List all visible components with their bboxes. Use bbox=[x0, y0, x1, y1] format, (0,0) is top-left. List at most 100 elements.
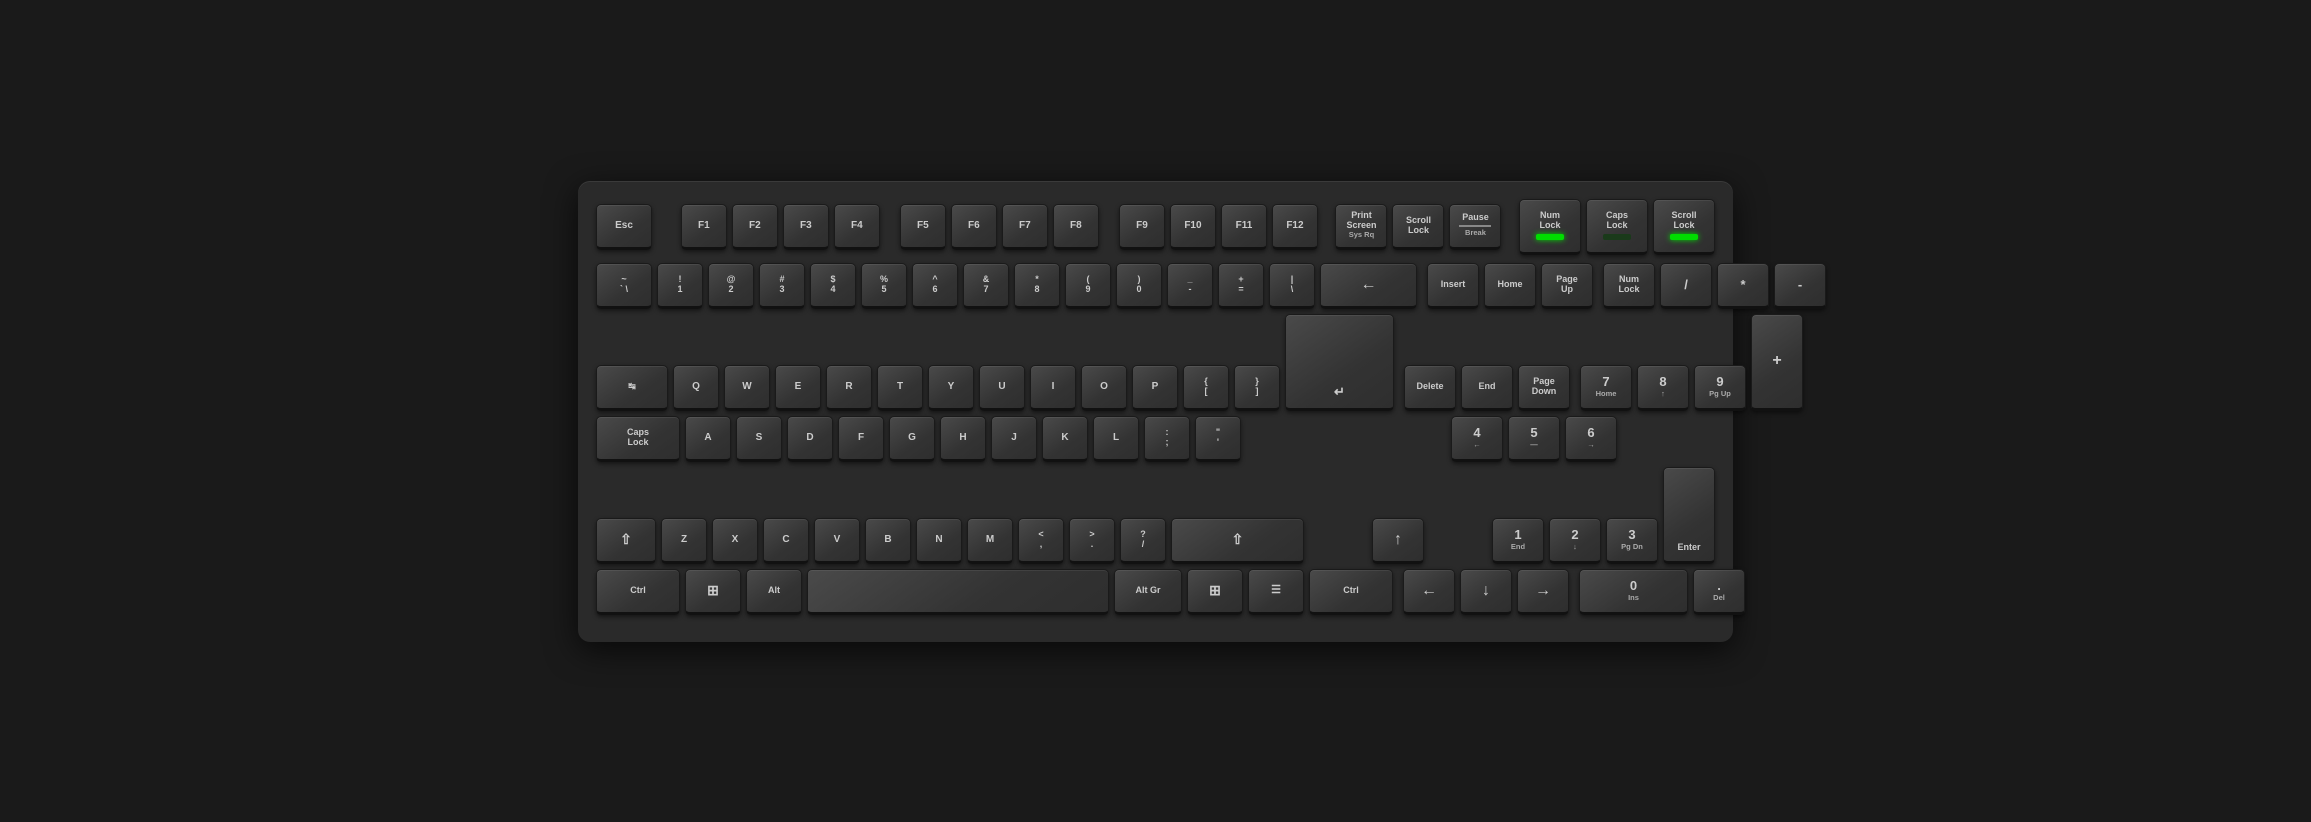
key-n[interactable]: N bbox=[916, 518, 962, 564]
key-numpad-1[interactable]: 1 End bbox=[1492, 518, 1544, 564]
key-numpad-slash[interactable]: / bbox=[1660, 263, 1712, 309]
key-left-shift[interactable]: ⇧ bbox=[596, 518, 656, 564]
key-f11[interactable]: F11 bbox=[1221, 204, 1267, 250]
key-right-win[interactable]: ⊞ bbox=[1187, 569, 1243, 615]
key-f4[interactable]: F4 bbox=[834, 204, 880, 250]
key-3[interactable]: # 3 bbox=[759, 263, 805, 309]
key-6[interactable]: ^ 6 bbox=[912, 263, 958, 309]
key-numpad-2[interactable]: 2 ↓ bbox=[1549, 518, 1601, 564]
key-q[interactable]: Q bbox=[673, 365, 719, 411]
key-numpad-7[interactable]: 7 Home bbox=[1580, 365, 1632, 411]
key-t[interactable]: T bbox=[877, 365, 923, 411]
key-2[interactable]: @ 2 bbox=[708, 263, 754, 309]
key-a[interactable]: A bbox=[685, 416, 731, 462]
key-f1[interactable]: F1 bbox=[681, 204, 727, 250]
key-k[interactable]: K bbox=[1042, 416, 1088, 462]
key-8[interactable]: * 8 bbox=[1014, 263, 1060, 309]
key-l[interactable]: L bbox=[1093, 416, 1139, 462]
key-rbracket[interactable]: } ] bbox=[1234, 365, 1280, 411]
key-caps-lock[interactable]: Caps Lock bbox=[596, 416, 680, 462]
key-1[interactable]: ! 1 bbox=[657, 263, 703, 309]
key-esc[interactable]: Esc bbox=[596, 204, 652, 250]
key-right-shift[interactable]: ⇧ bbox=[1171, 518, 1304, 564]
key-numpad-3[interactable]: 3 Pg Dn bbox=[1606, 518, 1658, 564]
key-numpad-enter[interactable]: Enter bbox=[1663, 467, 1715, 564]
key-4[interactable]: $ 4 bbox=[810, 263, 856, 309]
key-numpad-plus[interactable]: + bbox=[1751, 314, 1803, 411]
key-i[interactable]: I bbox=[1030, 365, 1076, 411]
key-semicolon[interactable]: : ; bbox=[1144, 416, 1190, 462]
key-numpad-decimal[interactable]: . Del bbox=[1693, 569, 1745, 615]
key-lbracket[interactable]: { [ bbox=[1183, 365, 1229, 411]
key-numpad-5[interactable]: 5 — bbox=[1508, 416, 1560, 462]
key-arrow-left[interactable]: ← bbox=[1403, 569, 1455, 615]
key-spacebar[interactable] bbox=[807, 569, 1109, 615]
key-left-alt[interactable]: Alt bbox=[746, 569, 802, 615]
key-left-ctrl[interactable]: Ctrl bbox=[596, 569, 680, 615]
key-arrow-up[interactable]: ↑ bbox=[1372, 518, 1424, 564]
key-f6[interactable]: F6 bbox=[951, 204, 997, 250]
key-m[interactable]: M bbox=[967, 518, 1013, 564]
key-backslash[interactable]: | \ bbox=[1269, 263, 1315, 309]
key-backspace[interactable]: ← bbox=[1320, 263, 1417, 309]
key-period[interactable]: > . bbox=[1069, 518, 1115, 564]
key-s[interactable]: S bbox=[736, 416, 782, 462]
key-menu[interactable]: ☰ bbox=[1248, 569, 1304, 615]
key-f8[interactable]: F8 bbox=[1053, 204, 1099, 250]
key-num-lock[interactable]: Num Lock bbox=[1603, 263, 1655, 309]
key-e[interactable]: E bbox=[775, 365, 821, 411]
key-pause[interactable]: Pause Break bbox=[1449, 204, 1501, 250]
key-b[interactable]: B bbox=[865, 518, 911, 564]
key-caps-lock-indicator[interactable]: Caps Lock bbox=[1586, 199, 1648, 255]
key-f12[interactable]: F12 bbox=[1272, 204, 1318, 250]
key-5[interactable]: % 5 bbox=[861, 263, 907, 309]
key-comma[interactable]: < , bbox=[1018, 518, 1064, 564]
key-arrow-down[interactable]: ↓ bbox=[1460, 569, 1512, 615]
key-tab[interactable]: ↹ bbox=[596, 365, 668, 411]
key-f[interactable]: F bbox=[838, 416, 884, 462]
key-slash[interactable]: ? / bbox=[1120, 518, 1166, 564]
key-page-up[interactable]: Page Up bbox=[1541, 263, 1593, 309]
key-9[interactable]: ( 9 bbox=[1065, 263, 1111, 309]
key-enter[interactable]: ↵ bbox=[1285, 314, 1394, 411]
key-print-screen[interactable]: Print Screen Sys Rq bbox=[1335, 204, 1387, 250]
key-o[interactable]: O bbox=[1081, 365, 1127, 411]
key-7[interactable]: & 7 bbox=[963, 263, 1009, 309]
key-f3[interactable]: F3 bbox=[783, 204, 829, 250]
key-r[interactable]: R bbox=[826, 365, 872, 411]
key-equals[interactable]: + = bbox=[1218, 263, 1264, 309]
key-numpad-9[interactable]: 9 Pg Up bbox=[1694, 365, 1746, 411]
key-d[interactable]: D bbox=[787, 416, 833, 462]
key-f2[interactable]: F2 bbox=[732, 204, 778, 250]
key-numpad-6[interactable]: 6 → bbox=[1565, 416, 1617, 462]
key-end[interactable]: End bbox=[1461, 365, 1513, 411]
key-left-win[interactable]: ⊞ bbox=[685, 569, 741, 615]
key-numpad-minus[interactable]: - bbox=[1774, 263, 1826, 309]
key-0[interactable]: ) 0 bbox=[1116, 263, 1162, 309]
key-f10[interactable]: F10 bbox=[1170, 204, 1216, 250]
key-numpad-0[interactable]: 0 Ins bbox=[1579, 569, 1688, 615]
key-h[interactable]: H bbox=[940, 416, 986, 462]
key-home[interactable]: Home bbox=[1484, 263, 1536, 309]
key-j[interactable]: J bbox=[991, 416, 1037, 462]
key-delete[interactable]: Delete bbox=[1404, 365, 1456, 411]
key-f7[interactable]: F7 bbox=[1002, 204, 1048, 250]
key-backtick[interactable]: ~ ` \ bbox=[596, 263, 652, 309]
key-scroll-lock-indicator[interactable]: Scroll Lock bbox=[1653, 199, 1715, 255]
key-apostrophe[interactable]: " ' bbox=[1195, 416, 1241, 462]
key-numpad-8[interactable]: 8 ↑ bbox=[1637, 365, 1689, 411]
key-arrow-right[interactable]: → bbox=[1517, 569, 1569, 615]
key-z[interactable]: Z bbox=[661, 518, 707, 564]
key-insert[interactable]: Insert bbox=[1427, 263, 1479, 309]
key-numpad-4[interactable]: 4 ← bbox=[1451, 416, 1503, 462]
key-page-down[interactable]: Page Down bbox=[1518, 365, 1570, 411]
key-f9[interactable]: F9 bbox=[1119, 204, 1165, 250]
key-minus[interactable]: _ - bbox=[1167, 263, 1213, 309]
key-v[interactable]: V bbox=[814, 518, 860, 564]
key-alt-gr[interactable]: Alt Gr bbox=[1114, 569, 1182, 615]
key-f5[interactable]: F5 bbox=[900, 204, 946, 250]
key-numpad-multiply[interactable]: * bbox=[1717, 263, 1769, 309]
key-g[interactable]: G bbox=[889, 416, 935, 462]
key-w[interactable]: W bbox=[724, 365, 770, 411]
key-right-ctrl[interactable]: Ctrl bbox=[1309, 569, 1393, 615]
